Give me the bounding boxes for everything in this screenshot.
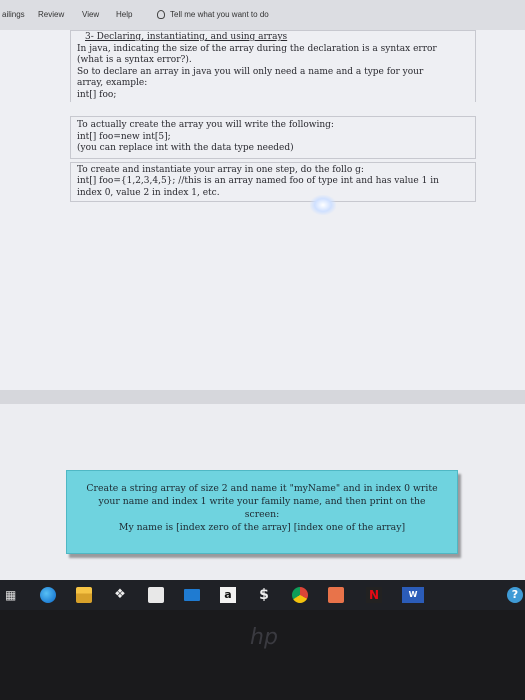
task-line: screen: [244, 509, 280, 520]
store-icon[interactable] [148, 587, 164, 603]
task-line: your name and index 1 write your family … [98, 496, 426, 507]
netflix-icon[interactable]: N [366, 587, 382, 603]
tell-me-search[interactable]: Tell me what you want to do [157, 10, 269, 19]
para-line: int[] foo=new int[5]; [77, 131, 171, 142]
para-line: int[] foo; [77, 89, 117, 100]
amazon-icon[interactable]: a [220, 587, 236, 603]
para-line: To create and instantiate your array in … [77, 164, 364, 175]
para-line: (what is a syntax error?). [77, 55, 192, 65]
document-page-1[interactable]: 3- Declaring, instantiating, and using a… [0, 30, 525, 390]
screen-glare [310, 195, 336, 215]
edge-icon[interactable] [40, 587, 56, 603]
lightbulb-icon [157, 10, 165, 19]
document-page-2[interactable]: Create a string array of size 2 and name… [0, 404, 525, 580]
para-line: To actually create the array you will wr… [77, 120, 334, 130]
taskbar: ▦ ❖ a $ N W ? [0, 580, 525, 610]
para-line: So to declare an array in java you will … [77, 66, 424, 77]
mail-icon[interactable] [184, 589, 200, 601]
section-title: 3- Declaring, instantiating, and using a… [85, 32, 288, 42]
tell-me-label: Tell me what you want to do [170, 10, 269, 19]
tab-review[interactable]: Review [38, 10, 64, 19]
ribbon-tabs: ailings Review View Help Tell me what yo… [0, 0, 525, 30]
screen: ailings Review View Help Tell me what yo… [0, 0, 525, 580]
task-box: Create a string array of size 2 and name… [66, 470, 458, 554]
page-gap [0, 390, 525, 404]
document-body: 3- Declaring, instantiating, and using a… [70, 30, 476, 202]
task-line: My name is [index zero of the array] [in… [118, 522, 406, 533]
tab-mailings[interactable]: ailings [2, 10, 25, 19]
declaring-section: 3- Declaring, instantiating, and using a… [70, 30, 476, 102]
para-line: int[] foo={1,2,3,4,5}; //this is an arra… [77, 176, 439, 186]
chrome-icon[interactable] [292, 587, 308, 603]
para-line: index 0, value 2 in index 1, etc. [77, 187, 220, 198]
task-line: Create a string array of size 2 and name… [86, 483, 438, 494]
task-view-icon[interactable]: ▦ [5, 587, 21, 603]
dollar-icon[interactable]: $ [256, 587, 272, 603]
para-line: (you can replace int with the data type … [77, 143, 294, 153]
app-icon[interactable] [328, 587, 344, 603]
dropbox-icon[interactable]: ❖ [112, 587, 128, 603]
file-explorer-icon[interactable] [76, 587, 92, 603]
tab-help[interactable]: Help [116, 10, 132, 19]
help-icon[interactable]: ? [507, 587, 523, 603]
create-section: To actually create the array you will wr… [70, 116, 476, 159]
word-icon[interactable]: W [402, 587, 424, 603]
para-line: In java, indicating the size of the arra… [77, 43, 437, 54]
instantiate-section: To create and instantiate your array in … [70, 161, 476, 202]
para-line: array, example: [77, 78, 148, 88]
hp-logo: hp [250, 625, 278, 650]
tab-view[interactable]: View [82, 10, 99, 19]
